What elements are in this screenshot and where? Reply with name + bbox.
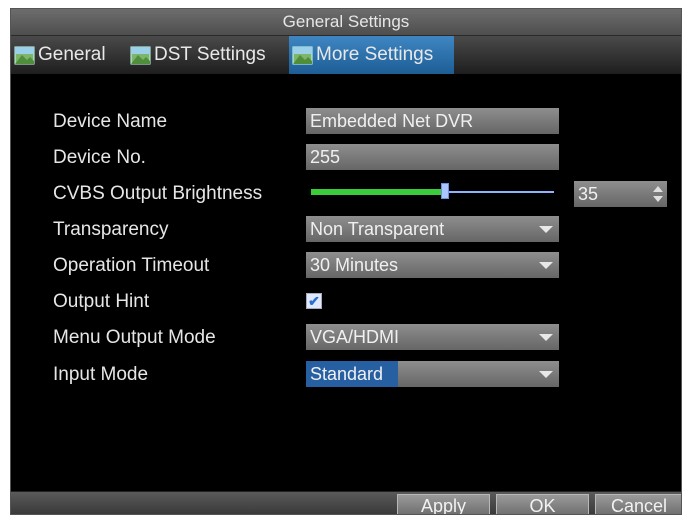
settings-tab-icon <box>14 46 35 64</box>
input-mode-value: Standard <box>310 364 384 384</box>
spin-up-icon[interactable] <box>653 186 663 192</box>
spin-down-icon[interactable] <box>653 196 663 202</box>
device-name-input[interactable]: Embedded Net DVR <box>306 108 559 134</box>
slider-fill <box>311 189 445 195</box>
input-mode-select[interactable]: Standard <box>306 361 559 387</box>
tab-general-label: General <box>38 44 106 65</box>
cvbs-brightness-spinbox[interactable]: 35 <box>574 181 667 207</box>
general-settings-dialog: General Settings General DST Settings Mo… <box>10 8 682 515</box>
tab-bar: General DST Settings More Settings <box>11 36 681 74</box>
chevron-down-icon[interactable] <box>539 226 553 233</box>
settings-tab-icon <box>292 46 313 64</box>
output-hint-label: Output Hint <box>53 291 150 312</box>
tab-dst-settings-label: DST Settings <box>154 44 266 65</box>
dialog-title: General Settings <box>11 9 681 36</box>
tab-more-settings-label: More Settings <box>316 44 434 65</box>
chevron-down-icon[interactable] <box>539 371 553 378</box>
transparency-label: Transparency <box>53 219 169 240</box>
slider-thumb[interactable] <box>441 183 449 199</box>
button-bar: Apply OK Cancel <box>11 491 681 514</box>
chevron-down-icon[interactable] <box>539 334 553 341</box>
cvbs-brightness-value: 35 <box>578 184 599 204</box>
transparency-value: Non Transparent <box>310 219 445 239</box>
device-no-label: Device No. <box>53 147 146 168</box>
apply-button[interactable]: Apply <box>397 494 490 514</box>
menu-output-mode-label: Menu Output Mode <box>53 327 216 348</box>
ok-button[interactable]: OK <box>496 494 589 514</box>
tab-more-settings[interactable]: More Settings <box>289 36 454 74</box>
menu-output-mode-value: VGA/HDMI <box>310 327 400 347</box>
device-no-input[interactable]: 255 <box>306 144 559 170</box>
cvbs-brightness-label: CVBS Output Brightness <box>53 183 263 204</box>
operation-timeout-label: Operation Timeout <box>53 255 210 276</box>
transparency-select[interactable]: Non Transparent <box>306 216 559 242</box>
chevron-down-icon[interactable] <box>539 262 553 269</box>
operation-timeout-select[interactable]: 30 Minutes <box>306 252 559 278</box>
menu-output-mode-select[interactable]: VGA/HDMI <box>306 324 559 350</box>
input-mode-label: Input Mode <box>53 364 149 385</box>
tab-general[interactable]: General <box>11 36 124 74</box>
cvbs-brightness-slider[interactable] <box>311 181 554 203</box>
operation-timeout-value: 30 Minutes <box>310 255 399 275</box>
settings-tab-icon <box>130 46 151 64</box>
tab-dst-settings[interactable]: DST Settings <box>127 36 287 74</box>
output-hint-checkbox[interactable]: ✔ <box>306 293 322 309</box>
cancel-button[interactable]: Cancel <box>595 494 681 514</box>
device-name-label: Device Name <box>53 111 168 132</box>
